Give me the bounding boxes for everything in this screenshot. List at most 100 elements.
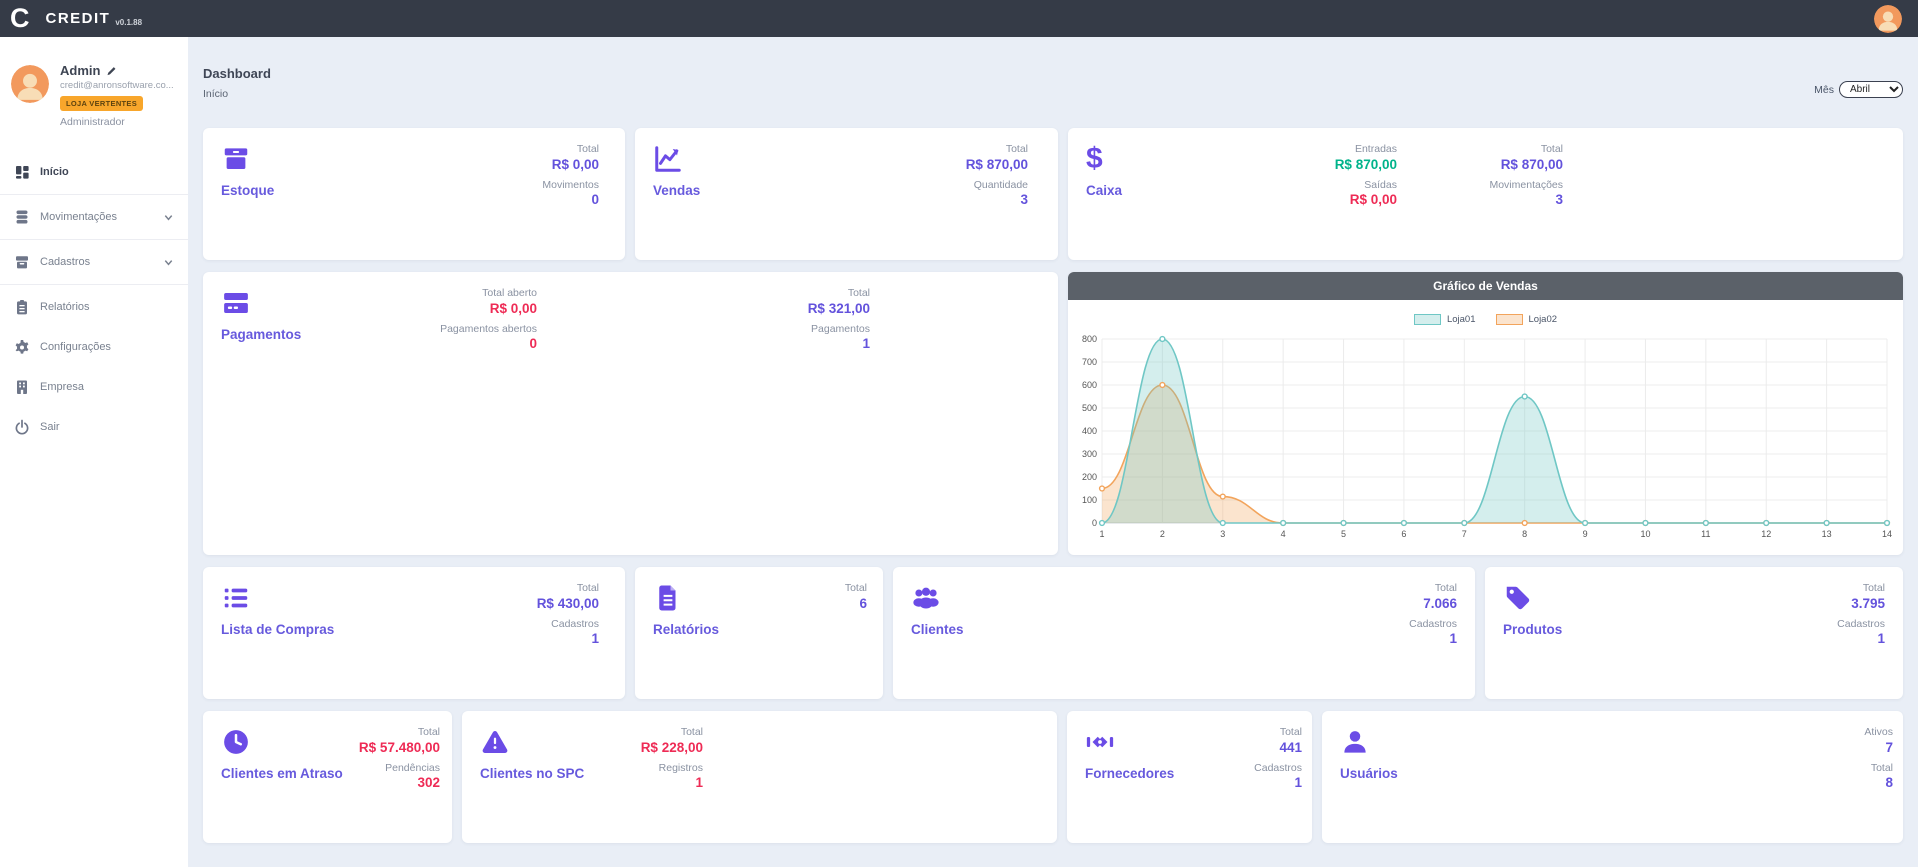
card-stats: Total R$ 321,00 Pagamentos 1 [808, 286, 870, 357]
user-icon [1340, 727, 1370, 757]
card-title[interactable]: Usuários [1340, 766, 1398, 781]
stat-value: 1 [1837, 631, 1885, 648]
legend-item-loja02[interactable]: Loja02 [1496, 314, 1558, 325]
svg-text:2: 2 [1160, 529, 1165, 539]
menu-divider [0, 239, 188, 240]
stat-value: 3 [966, 192, 1028, 209]
svg-text:9: 9 [1583, 529, 1588, 539]
stat-label: Total [641, 725, 703, 740]
store-badge: LOJA VERTENTES [60, 96, 143, 111]
chart-title: Gráfico de Vendas [1068, 272, 1903, 300]
sidebar-item-relatorios[interactable]: Relatórios [0, 287, 188, 327]
legend-swatch-loja01 [1414, 314, 1441, 325]
building-icon [14, 379, 30, 395]
card-title[interactable]: Fornecedores [1085, 766, 1174, 781]
stat-label: Total [1254, 725, 1302, 740]
svg-text:13: 13 [1822, 529, 1832, 539]
user-avatar[interactable] [11, 65, 49, 103]
card-title[interactable]: Clientes em Atraso [221, 766, 343, 781]
card-title[interactable]: Estoque [221, 183, 274, 198]
card-stats: Ativos 7 Total 8 [1864, 725, 1893, 796]
profile-avatar[interactable] [1874, 5, 1902, 33]
sidebar-item-configuracoes[interactable]: Configurações [0, 327, 188, 367]
brand-name[interactable]: CREDIT [46, 10, 111, 27]
card-title[interactable]: Produtos [1503, 622, 1562, 637]
card-title[interactable]: Clientes [911, 622, 964, 637]
sidebar-item-inicio[interactable]: Início [0, 152, 188, 192]
card-title[interactable]: Relatórios [653, 622, 719, 637]
card-title[interactable]: Caixa [1086, 183, 1122, 198]
stat-label: Cadastros [537, 617, 599, 632]
card-title[interactable]: Pagamentos [221, 327, 301, 342]
stat-value: 7 [1864, 740, 1893, 757]
stat-value: R$ 321,00 [808, 301, 870, 318]
archive-icon [14, 254, 30, 270]
stat-value: 6 [845, 596, 867, 613]
legend-item-loja01[interactable]: Loja01 [1414, 314, 1476, 325]
stat-label: Cadastros [1409, 617, 1457, 632]
warning-icon [480, 727, 510, 757]
sidebar-item-empresa[interactable]: Empresa [0, 367, 188, 407]
card-caixa[interactable]: $ Caixa Entradas R$ 870,00 Saídas R$ 0,0… [1068, 128, 1903, 260]
card-estoque[interactable]: Estoque Total R$ 0,00 Movimentos 0 [203, 128, 625, 260]
card-stats: Total aberto R$ 0,00 Pagamentos abertos … [440, 286, 537, 357]
grid-icon [14, 164, 30, 180]
stat-value: 8 [1864, 775, 1893, 792]
power-icon [14, 419, 30, 435]
list-icon [221, 583, 251, 613]
svg-text:6: 6 [1401, 529, 1406, 539]
tag-icon [1503, 583, 1533, 613]
svg-text:3: 3 [1220, 529, 1225, 539]
app-logo[interactable]: C [10, 0, 30, 37]
card-stats: Total 6 [845, 581, 867, 617]
svg-text:0: 0 [1092, 518, 1097, 528]
svg-text:600: 600 [1082, 380, 1097, 390]
sidebar-item-label: Início [40, 166, 69, 178]
svg-text:500: 500 [1082, 403, 1097, 413]
card-title[interactable]: Lista de Compras [221, 622, 334, 637]
svg-text:4: 4 [1281, 529, 1286, 539]
stat-value: 3.795 [1837, 596, 1885, 613]
page-title: Dashboard [203, 66, 271, 81]
dollar-icon: $ [1086, 144, 1116, 174]
vendas-chart: 0100200300400500600700800123456789101112… [1076, 333, 1895, 545]
card-vendas[interactable]: Vendas Total R$ 870,00 Quantidade 3 [635, 128, 1058, 260]
stat-label: Registros [641, 761, 703, 776]
stat-label: Saídas [1335, 178, 1397, 193]
card-clientes-spc[interactable]: Clientes no SPC Total R$ 228,00 Registro… [462, 711, 1057, 843]
card-clientes[interactable]: Clientes Total 7.066 Cadastros 1 [893, 567, 1475, 699]
card-title[interactable]: Vendas [653, 183, 700, 198]
sidebar-item-sair[interactable]: Sair [0, 407, 188, 447]
card-lista-compras[interactable]: Lista de Compras Total R$ 430,00 Cadastr… [203, 567, 625, 699]
card-usuarios[interactable]: Usuários Ativos 7 Total 8 [1322, 711, 1903, 843]
svg-text:14: 14 [1882, 529, 1892, 539]
card-stats: Total R$ 870,00 Movimentações 3 [1489, 142, 1563, 213]
sidebar-item-cadastros[interactable]: Cadastros [0, 242, 188, 282]
stat-label: Total [1489, 142, 1563, 157]
sidebar-item-movimentacoes[interactable]: Movimentações [0, 197, 188, 237]
user-role: Administrador [60, 116, 176, 128]
stat-value: 1 [537, 631, 599, 648]
card-produtos[interactable]: Produtos Total 3.795 Cadastros 1 [1485, 567, 1903, 699]
card-stats: Entradas R$ 870,00 Saídas R$ 0,00 [1335, 142, 1397, 213]
stat-label: Total [966, 142, 1028, 157]
handshake-icon [1085, 727, 1115, 757]
month-select[interactable]: Abril [1839, 81, 1903, 98]
stat-label: Cadastros [1837, 617, 1885, 632]
stat-label: Quantidade [966, 178, 1028, 193]
stat-label: Total [542, 142, 599, 157]
card-fornecedores[interactable]: Fornecedores Total 441 Cadastros 1 [1067, 711, 1312, 843]
card-pagamentos[interactable]: Pagamentos Total aberto R$ 0,00 Pagament… [203, 272, 1058, 555]
stat-label: Total [808, 286, 870, 301]
card-clientes-atraso[interactable]: Clientes em Atraso Total R$ 57.480,00 Pe… [203, 711, 452, 843]
sidebar-item-label: Empresa [40, 381, 84, 393]
svg-text:12: 12 [1761, 529, 1771, 539]
card-relatorios[interactable]: Relatórios Total 6 [635, 567, 883, 699]
legend-label: Loja01 [1447, 314, 1476, 325]
sidebar-item-label: Relatórios [40, 301, 90, 313]
box-icon [221, 144, 251, 174]
card-title[interactable]: Clientes no SPC [480, 766, 584, 781]
sidebar: Admin credit@anronsoftware.co... LOJA VE… [0, 37, 188, 867]
edit-pencil-icon[interactable] [106, 65, 118, 77]
sidebar-item-label: Cadastros [40, 256, 90, 268]
